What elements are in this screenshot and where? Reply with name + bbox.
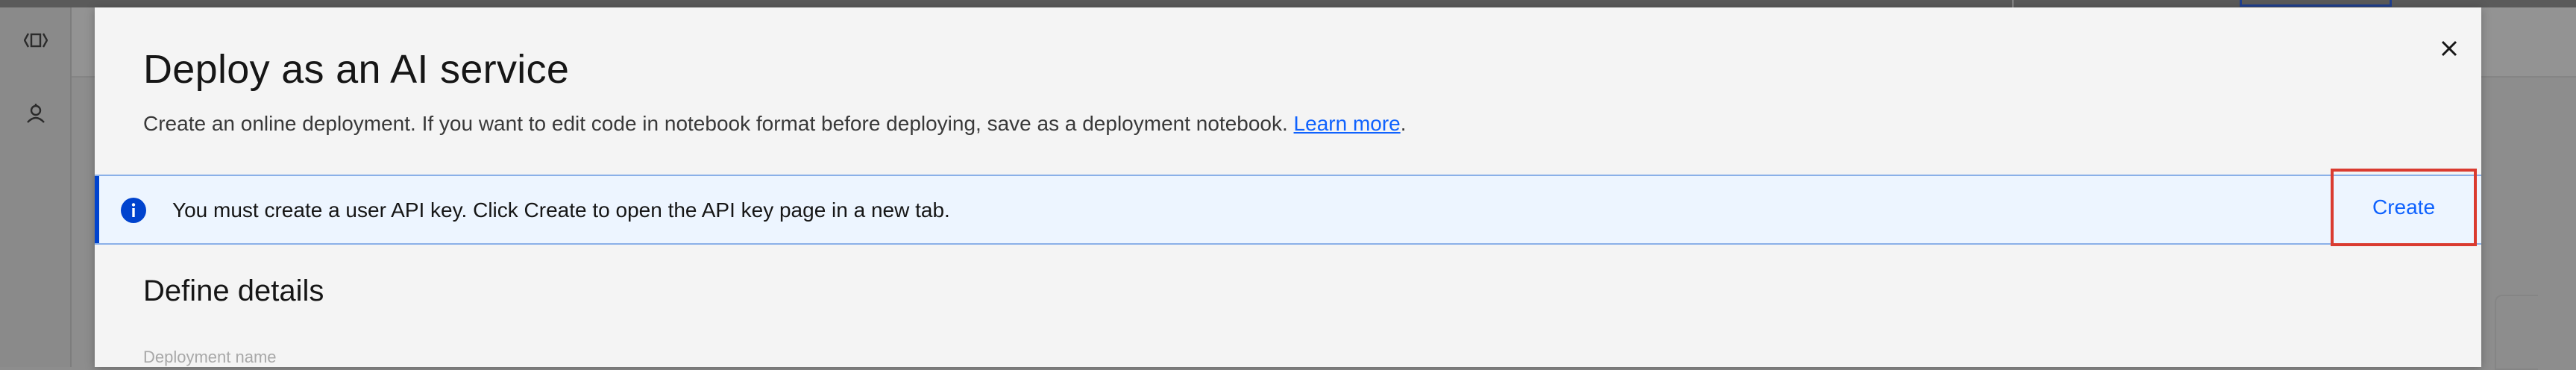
info-notification: You must create a user API key. Click Cr… <box>95 169 2481 246</box>
define-details-heading: Define details <box>143 275 324 307</box>
background-left-rail <box>0 7 72 367</box>
notification-accent-bar <box>95 176 99 243</box>
deployment-name-label: Deployment name <box>143 348 277 366</box>
background-tab-indicator <box>2240 0 2392 7</box>
modal-subtitle: Create an online deployment. If you want… <box>143 112 1407 136</box>
deploy-ai-service-modal: Deploy as an AI service Create an online… <box>95 7 2481 367</box>
modal-subtitle-text: Create an online deployment. If you want… <box>143 112 1294 135</box>
modal-title: Deploy as an AI service <box>143 47 570 92</box>
close-icon <box>2441 40 2457 57</box>
notification-message: You must create a user API key. Click Cr… <box>172 198 950 222</box>
background-top-bar <box>0 0 2576 7</box>
background-side-panel <box>2495 295 2538 370</box>
bot-icon[interactable] <box>21 98 51 128</box>
code-brackets-icon[interactable] <box>21 25 51 55</box>
learn-more-link[interactable]: Learn more <box>1294 112 1401 135</box>
modal-subtitle-end: . <box>1400 112 1407 135</box>
close-button[interactable] <box>2427 26 2472 71</box>
info-icon <box>121 198 146 223</box>
create-api-key-button[interactable]: Create <box>2331 169 2477 246</box>
